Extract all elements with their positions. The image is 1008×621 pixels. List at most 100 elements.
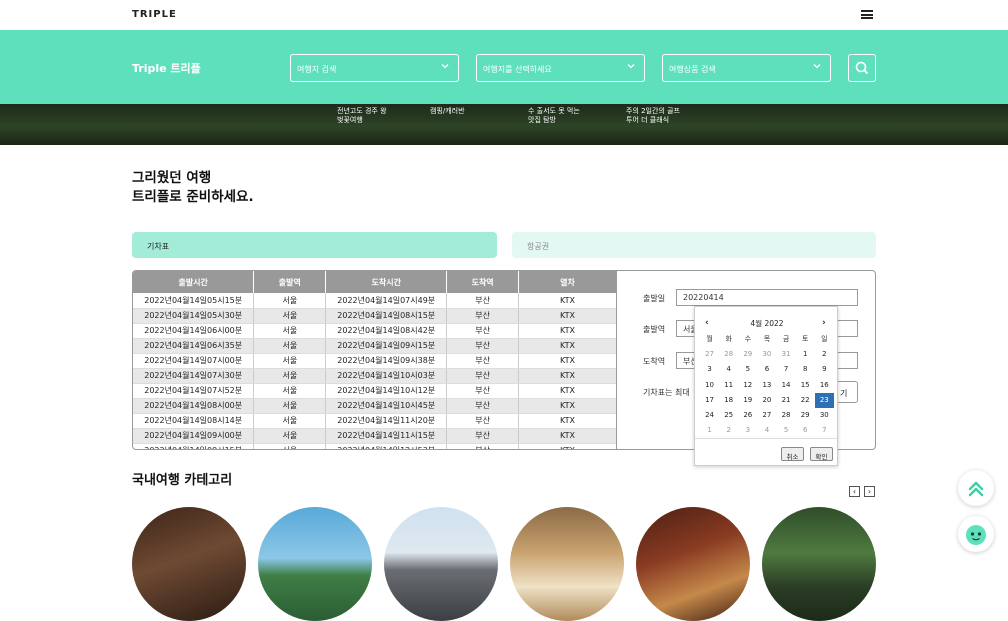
calendar-day[interactable]: 28 — [719, 347, 738, 362]
calendar-day[interactable]: 17 — [700, 393, 719, 408]
calendar-day[interactable]: 22 — [796, 393, 815, 408]
departure-station-label: 출발역 — [643, 325, 666, 334]
calendar-day[interactable]: 27 — [757, 408, 776, 423]
calendar-day[interactable]: 6 — [757, 362, 776, 377]
tab-train[interactable]: 기차표 — [132, 232, 497, 258]
category-image[interactable] — [636, 507, 750, 621]
category-image[interactable] — [762, 507, 876, 621]
hero-caption[interactable]: 주의 2일간의 골프 투어 더 클래식 — [626, 107, 680, 124]
site-logo[interactable]: TRIPLE — [132, 9, 177, 20]
calendar-day[interactable]: 19 — [738, 393, 757, 408]
hero-caption[interactable]: 수 출서도 못 먹는 맛집 탐방 — [528, 107, 580, 124]
product-search-select[interactable]: 여행상품 검색 — [662, 54, 831, 82]
category-image[interactable] — [132, 507, 246, 621]
top-navbar: TRIPLE — [0, 0, 1008, 30]
table-cell: 부산 — [446, 368, 520, 384]
next-month-icon[interactable]: › — [822, 318, 826, 328]
calendar-day[interactable]: 15 — [796, 378, 815, 393]
table-row[interactable]: 2022년04월14일07시52분 서울 2022년04월14일10시12분 부산 KT… — [133, 383, 616, 399]
calendar-day[interactable]: 31 — [777, 347, 796, 362]
destination-search-select[interactable]: 여행지 검색 — [290, 54, 459, 82]
calendar-day[interactable]: 4 — [757, 423, 776, 438]
hero-caption[interactable]: 전년고도 경주 왕 벚꽃여행 — [337, 107, 387, 124]
table-cell: 2022년04월14일07시30분 — [133, 368, 255, 384]
category-image[interactable] — [510, 507, 624, 621]
tab-flight[interactable]: 항공권 — [512, 232, 876, 258]
hero-caption[interactable]: 캠핑/캐러반 — [430, 107, 465, 116]
table-row[interactable]: 2022년04월14일08시00분 서울 2022년04월14일10시45분 부산 KT… — [133, 398, 616, 414]
calendar-day[interactable]: 28 — [777, 408, 796, 423]
calendar-confirm-button[interactable]: 확인 — [810, 447, 833, 461]
calendar-day[interactable]: 14 — [777, 378, 796, 393]
table-row[interactable]: 2022년04월14일09시15분서울2022년04월14일12시53분부산KT… — [133, 443, 616, 449]
calendar-day[interactable]: 8 — [796, 362, 815, 377]
carousel-next-icon[interactable]: › — [864, 486, 875, 497]
table-cell: 2022년04월14일11시15분 — [325, 428, 448, 444]
calendar-day[interactable]: 4 — [719, 362, 738, 377]
calendar-day[interactable]: 6 — [796, 423, 815, 438]
calendar-day[interactable]: 5 — [777, 423, 796, 438]
calendar-day[interactable]: 7 — [815, 423, 834, 438]
calendar-day[interactable]: 21 — [777, 393, 796, 408]
table-cell: KTX — [518, 398, 616, 414]
calendar-day[interactable]: 1 — [700, 423, 719, 438]
calendar-day[interactable]: 16 — [815, 378, 834, 393]
calendar-day[interactable]: 3 — [700, 362, 719, 377]
calendar-weekday: 일 — [821, 335, 828, 343]
calendar-day[interactable]: 3 — [738, 423, 757, 438]
table-cell: 2022년04월14일07시49분 — [325, 293, 448, 309]
calendar-day[interactable]: 30 — [815, 408, 834, 423]
calendar-day[interactable]: 26 — [738, 408, 757, 423]
calendar-day[interactable]: 25 — [719, 408, 738, 423]
calendar-cancel-button[interactable]: 취소 — [781, 447, 804, 461]
search-button[interactable] — [848, 54, 876, 82]
calendar-day[interactable]: 27 — [700, 347, 719, 362]
column-header: 출발역 — [253, 271, 327, 293]
calendar-day[interactable]: 5 — [738, 362, 757, 377]
calendar-day[interactable]: 1 — [796, 347, 815, 362]
table-row[interactable]: 2022년04월14일06시00분 서울 2022년04월14일08시42분 부산 KT… — [133, 323, 616, 339]
calendar-day[interactable]: 20 — [757, 393, 776, 408]
hamburger-menu-icon[interactable] — [861, 10, 873, 19]
table-cell: 2022년04월14일05시30분 — [133, 308, 255, 324]
calendar-day[interactable]: 12 — [738, 378, 757, 393]
scroll-to-top-button[interactable] — [958, 470, 994, 506]
chevron-down-icon — [627, 64, 635, 69]
calendar-weekday-row: 월화수목금토일 — [700, 332, 834, 347]
calendar-day[interactable]: 18 — [719, 393, 738, 408]
calendar-day[interactable]: 10 — [700, 378, 719, 393]
departure-date-input[interactable]: 20220414 — [676, 289, 858, 306]
table-row[interactable]: 2022년04월14일05시30분 서울 2022년04월14일08시15분 부산 KT… — [133, 308, 616, 324]
table-cell: KTX — [518, 353, 616, 369]
calendar-day[interactable]: 29 — [738, 347, 757, 362]
arrival-station-label: 도착역 — [643, 357, 666, 366]
calendar-day[interactable]: 11 — [719, 378, 738, 393]
calendar-day[interactable]: 23 — [814, 392, 834, 408]
destination-select[interactable]: 여행지를 선택하세요 — [476, 54, 645, 82]
train-schedule-table[interactable]: 출발시간 출발역 도착시간 도착역 열차 2022년04월14일05시15분 서울… — [133, 271, 617, 449]
table-row[interactable]: 2022년04월14일05시15분 서울 2022년04월14일07시49분 부산 KT… — [133, 293, 616, 309]
table-cell: KTX — [518, 443, 616, 449]
calendar-day[interactable]: 9 — [815, 362, 834, 377]
calendar-day[interactable]: 29 — [796, 408, 815, 423]
table-row[interactable]: 2022년04월14일09시00분 서울 2022년04월14일11시15분 부산 KT… — [133, 428, 616, 444]
table-cell: 부산 — [446, 293, 520, 309]
calendar-day[interactable]: 13 — [757, 378, 776, 393]
calendar-weekday: 목 — [763, 335, 771, 343]
table-row[interactable]: 2022년04월14일06시35분 서울 2022년04월14일09시15분 부산 KT… — [133, 338, 616, 354]
table-row[interactable]: 2022년04월14일07시30분 서울 2022년04월14일10시03분 부산 KT… — [133, 368, 616, 384]
table-row[interactable]: 2022년04월14일07시00분 서울 2022년04월14일09시38분 부산 KT… — [133, 353, 616, 369]
calendar-weekday: 화 — [725, 335, 732, 343]
calendar-day[interactable]: 30 — [757, 347, 776, 362]
category-image[interactable] — [384, 507, 498, 621]
carousel-prev-icon[interactable]: ‹ — [849, 486, 860, 497]
table-cell: KTX — [518, 383, 616, 399]
category-image[interactable] — [258, 507, 372, 621]
calendar-day[interactable]: 24 — [700, 408, 719, 423]
table-row[interactable]: 2022년04월14일08시14분 서울 2022년04월14일11시20분 부산 KT… — [133, 413, 616, 429]
table-cell: 2022년04월14일09시00분 — [133, 428, 255, 444]
calendar-day[interactable]: 7 — [777, 362, 796, 377]
calendar-day[interactable]: 2 — [719, 423, 738, 438]
calendar-day[interactable]: 2 — [815, 347, 834, 362]
chatbot-button[interactable] — [958, 516, 994, 552]
